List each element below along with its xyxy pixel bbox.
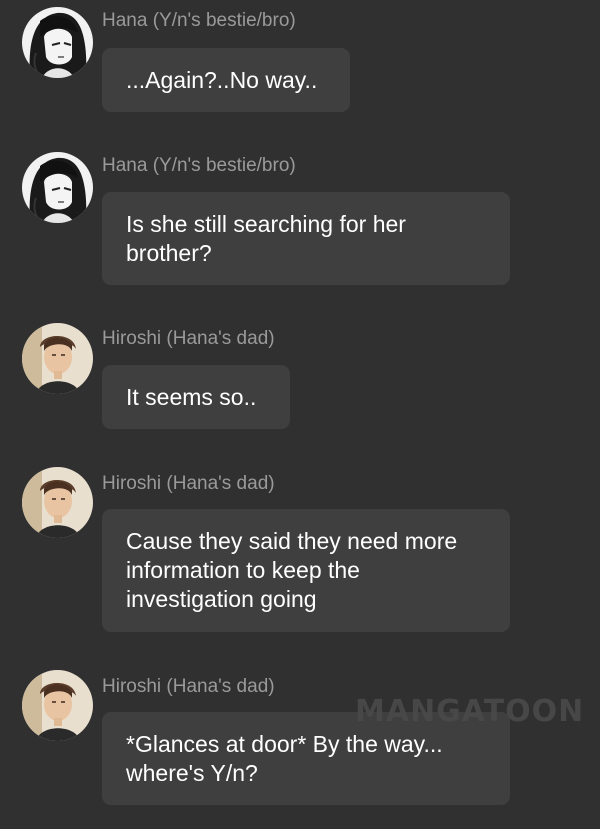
sender-name: Hiroshi (Hana's dad) xyxy=(102,328,275,349)
man-avatar-icon[interactable] xyxy=(22,467,93,538)
message-bubble: It seems so.. xyxy=(102,365,290,429)
sender-name: Hana (Y/n's bestie/bro) xyxy=(102,155,296,176)
message-text: ...Again?..No way.. xyxy=(126,66,318,93)
man-avatar-icon[interactable] xyxy=(22,323,93,394)
message-bubble: Cause they said they need more informati… xyxy=(102,509,510,632)
girl-avatar-icon[interactable] xyxy=(22,152,93,223)
sender-name: Hiroshi (Hana's dad) xyxy=(102,676,275,697)
message-text: It seems so.. xyxy=(126,383,257,410)
girl-avatar-icon[interactable] xyxy=(22,7,93,78)
man-avatar-icon[interactable] xyxy=(22,670,93,741)
message-text: Cause they said they need more informati… xyxy=(126,528,458,612)
chat-log: Hana (Y/n's bestie/bro) ...Again?..No wa… xyxy=(0,0,600,829)
message-bubble: Is she still searching for her brother? xyxy=(102,192,510,285)
message-text: *Glances at door* By the way... where's … xyxy=(126,730,443,786)
message-bubble: ...Again?..No way.. xyxy=(102,48,350,112)
sender-name: Hiroshi (Hana's dad) xyxy=(102,473,275,494)
watermark-logo: MANGATOON xyxy=(355,694,585,729)
sender-name: Hana (Y/n's bestie/bro) xyxy=(102,10,296,31)
message-text: Is she still searching for her brother? xyxy=(126,210,406,266)
